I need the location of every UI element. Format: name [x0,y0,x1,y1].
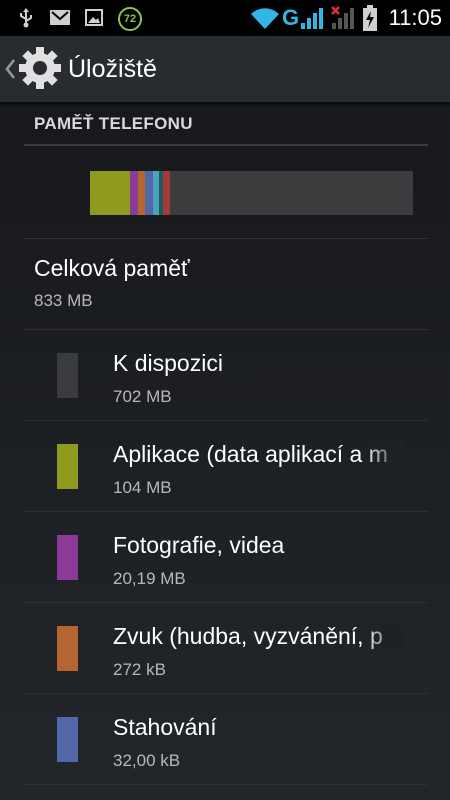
signal-no-icon [331,6,354,29]
total-label: Celková paměť [34,255,190,281]
row-value: 702 MB [113,387,172,406]
row-label: Aplikace (data aplikací a m [113,441,403,468]
section-header: PAMĚŤ TELEFONU [34,114,193,133]
clock-text: 11:05 [388,5,442,30]
storage-screen: 72 G 11:05 Úložiště PAMĚŤ TELEFONU Celko… [0,0,450,800]
usage-segment [90,171,131,215]
color-swatch [57,353,78,398]
page-title: Úložiště [68,54,157,83]
badge-text: 72 [123,13,137,25]
divider [24,784,428,785]
storage-row-downloads[interactable]: Stahování 32,00 kB [0,694,450,784]
gmail-icon [50,10,70,25]
storage-row-audio[interactable]: Zvuk (hudba, vyzvánění, p 272 kB [0,603,450,693]
usage-segment [169,171,413,215]
wifi-icon [251,8,279,29]
usb-icon [20,8,32,28]
row-label: K dispozici [113,350,223,376]
color-swatch [57,535,78,580]
signal-icon [301,8,323,29]
action-bar-shadow [0,102,450,108]
section-divider [24,144,428,146]
divider [24,238,428,239]
storage-usage-bar [90,171,413,215]
total-value: 833 MB [34,291,93,310]
row-value: 104 MB [113,478,172,497]
storage-row-photos[interactable]: Fotografie, videa 20,19 MB [0,512,450,602]
row-label: Zvuk (hudba, vyzvánění, p [113,623,403,650]
storage-row-available[interactable]: K dispozici 702 MB [0,330,450,420]
usage-segment [144,171,153,215]
row-label-text: Zvuk (hudba, vyzvánění, p [113,623,383,649]
label-fade [363,441,403,468]
chevron-left-icon[interactable] [4,58,16,80]
clock: 11:05 [389,0,442,36]
color-swatch [57,626,78,671]
row-value: 32,00 kB [113,751,181,770]
usage-segment [130,171,139,215]
action-bar: Úložiště [0,36,450,102]
color-swatch [57,444,78,489]
row-value: 272 kB [113,660,166,679]
gear-icon[interactable] [18,46,62,90]
label-fade [363,623,403,650]
image-icon [85,9,103,26]
badge-72-icon: 72 [118,7,142,31]
row-value: 20,19 MB [113,569,186,588]
storage-row-apps[interactable]: Aplikace (data aplikací a m 104 MB [0,421,450,511]
row-label: Stahování [113,714,217,740]
color-swatch [57,717,78,762]
row-label-text: Aplikace (data aplikací a m [113,441,388,467]
status-bar: 72 G 11:05 [0,0,450,36]
row-label: Fotografie, videa [113,532,285,558]
network-type-text: G [282,5,300,30]
network-type-label: G [282,0,299,36]
battery-charging-icon [363,5,377,31]
